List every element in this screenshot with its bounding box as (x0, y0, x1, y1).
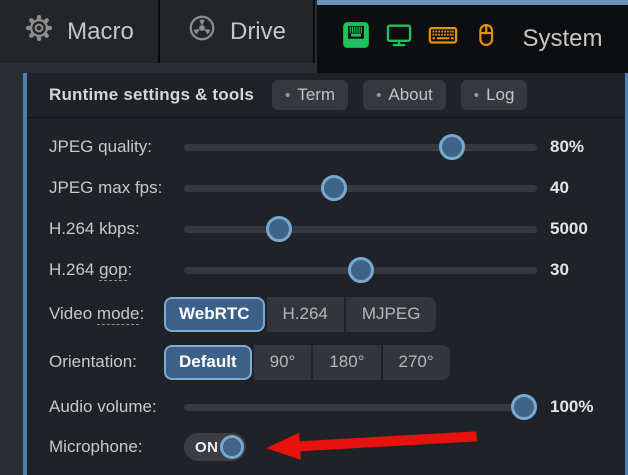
microphone-label: Microphone: (49, 437, 184, 457)
tool-button-label: About (388, 85, 432, 105)
tool-button-term[interactable]: • Term (272, 80, 348, 110)
h264-gop-value: 30 (550, 260, 569, 280)
slider-track[interactable] (184, 144, 537, 151)
audio-volume-row: Audio volume: 100% (27, 386, 625, 427)
audio-volume-slider[interactable] (184, 394, 537, 420)
bullet-icon: • (285, 87, 290, 104)
panel-title: Runtime settings & tools (49, 85, 254, 105)
tool-button-label: Log (486, 85, 514, 105)
jpeg-quality-row: JPEG quality: 80% (27, 126, 625, 167)
tool-button-label: Term (297, 85, 335, 105)
orientation-label: Orientation: (49, 352, 164, 372)
orientation-option-270[interactable]: 270° (383, 345, 450, 380)
microphone-toggle[interactable]: ON (184, 433, 246, 461)
video-mode-options: WebRTCH.264MJPEG (164, 297, 436, 332)
display-icon (385, 21, 413, 56)
fan-icon (187, 13, 217, 50)
mode-hint: mode (97, 304, 140, 325)
bullet-icon: • (474, 87, 479, 104)
audio-volume-label: Audio volume: (49, 397, 184, 417)
keyboard-icon (428, 20, 458, 57)
jpeg-max-fps-label: JPEG max fps: (49, 178, 184, 198)
mouse-icon (473, 21, 499, 56)
tab-system[interactable]: System (317, 0, 628, 73)
h264-gop-row: H.264 gop: 30 (27, 249, 625, 290)
h264-kbps-value: 5000 (550, 219, 588, 239)
slider-handle[interactable] (348, 257, 374, 283)
h264-kbps-label: H.264 kbps: (49, 219, 184, 239)
h264-gop-label: H.264 gop: (49, 260, 184, 280)
slider-track[interactable] (184, 226, 537, 233)
orientation-option-90[interactable]: 90° (254, 345, 312, 380)
jpeg-max-fps-value: 40 (550, 178, 569, 198)
tool-button-log[interactable]: • Log (461, 80, 528, 110)
panel-header: Runtime settings & tools • Term • About • Log (27, 73, 625, 118)
h264-gop-slider[interactable] (184, 257, 537, 283)
slider-handle[interactable] (321, 175, 347, 201)
slider-handle[interactable] (439, 134, 465, 160)
gop-hint: gop (99, 260, 127, 281)
tab-macro-label: Macro (67, 18, 134, 46)
jpeg-quality-slider[interactable] (184, 134, 537, 160)
orientation-row: Orientation: Default90°180°270° (27, 338, 625, 386)
tab-macro[interactable]: Macro (0, 0, 160, 63)
h264-kbps-row: H.264 kbps: 5000 (27, 208, 625, 249)
pikvm-system-menu: Macro Drive (0, 0, 628, 475)
ethernet-icon (342, 21, 370, 56)
orientation-option-180[interactable]: 180° (313, 345, 380, 380)
h264-kbps-slider[interactable] (184, 216, 537, 242)
tab-drive-label: Drive (230, 18, 286, 46)
gear-icon (24, 13, 54, 50)
jpeg-max-fps-slider[interactable] (184, 175, 537, 201)
audio-volume-value: 100% (550, 397, 593, 417)
tool-buttons: • Term • About • Log (272, 80, 527, 110)
video-mode-row: Video mode: WebRTCH.264MJPEG (27, 290, 625, 338)
slider-track[interactable] (184, 404, 537, 411)
bullet-icon: • (376, 87, 381, 104)
microphone-row: Microphone: ON (27, 427, 625, 467)
video-mode-label: Video mode: (49, 304, 164, 324)
runtime-settings-panel: Runtime settings & tools • Term • About • Log… (23, 73, 628, 475)
orientation-option-default[interactable]: Default (164, 345, 252, 380)
slider-track[interactable] (184, 185, 537, 192)
slider-handle[interactable] (266, 216, 292, 242)
video-mode-option-h-264[interactable]: H.264 (267, 297, 344, 332)
video-mode-option-mjpeg[interactable]: MJPEG (346, 297, 437, 332)
tab-drive[interactable]: Drive (160, 0, 315, 63)
video-mode-option-webrtc[interactable]: WebRTC (164, 297, 265, 332)
toggle-knob[interactable] (220, 435, 244, 459)
orientation-options: Default90°180°270° (164, 345, 450, 380)
jpeg-quality-value: 80% (550, 137, 584, 157)
slider-handle[interactable] (511, 394, 537, 420)
microphone-toggle-state: ON (195, 439, 219, 456)
jpeg-quality-label: JPEG quality: (49, 137, 184, 157)
tool-button-about[interactable]: • About (363, 80, 446, 110)
jpeg-max-fps-row: JPEG max fps: 40 (27, 167, 625, 208)
tab-system-label: System (522, 25, 602, 53)
